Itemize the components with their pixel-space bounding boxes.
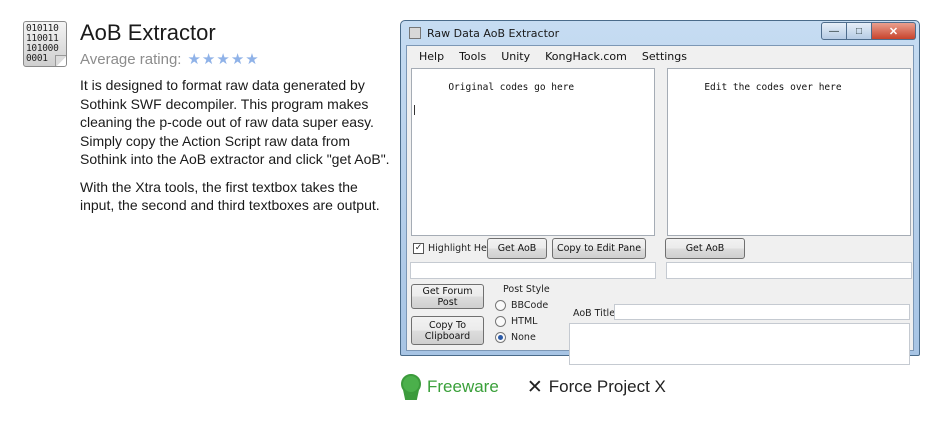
app-description: It is designed to format raw data genera… — [80, 76, 390, 224]
radio-html[interactable]: HTML — [495, 315, 550, 327]
copy-to-clipboard-line2: Clipboard — [424, 330, 471, 342]
radio-icon — [495, 315, 506, 327]
radio-selected-icon — [495, 331, 506, 343]
window-titlebar: Raw Data AoB Extractor — □ ✕ — [405, 21, 916, 45]
left-output-field[interactable] — [410, 262, 656, 279]
menu-settings[interactable]: Settings — [636, 50, 693, 63]
copy-to-edit-pane-button[interactable]: Copy to Edit Pane — [552, 238, 646, 259]
star-icon: ★ — [216, 50, 230, 68]
window-controls: — □ ✕ — [821, 22, 916, 40]
maximize-button[interactable]: □ — [847, 22, 872, 40]
close-button[interactable]: ✕ — [872, 22, 916, 40]
star-icon: ★ — [245, 50, 259, 68]
menu-tools[interactable]: Tools — [453, 50, 492, 63]
highlight-hex-label: Highlight Hex — [428, 243, 493, 254]
star-icon: ★ — [187, 50, 201, 68]
aob-title-input[interactable] — [614, 304, 910, 320]
radio-none-label: None — [511, 331, 536, 343]
aob-title-label: AoB Title — [573, 308, 616, 319]
highlight-hex-checkbox[interactable]: ✓ Highlight Hex — [413, 243, 492, 254]
original-codes-text: Original codes go here — [448, 82, 575, 93]
star-icon: ★ — [230, 50, 245, 68]
window-client-area: Help Tools Unity KongHack.com Settings O… — [406, 45, 914, 365]
author-name[interactable]: Force Project X — [549, 377, 666, 397]
get-forum-post-button[interactable]: Get Forum Post — [411, 284, 484, 309]
menu-unity[interactable]: Unity — [495, 50, 536, 63]
description-paragraph: With the Xtra tools, the first textbox t… — [80, 178, 380, 214]
get-aob-button-left[interactable]: Get AoB — [487, 238, 547, 259]
average-rating: Average rating: ★ ★ ★ ★ ★ — [80, 50, 260, 68]
radio-none[interactable]: None — [495, 331, 550, 343]
window-title: Raw Data AoB Extractor — [427, 26, 560, 40]
author-badge: ✕ Force Project X — [527, 376, 666, 398]
license-label: Freeware — [427, 377, 499, 396]
right-output-field[interactable] — [666, 262, 912, 279]
menu-bar: Help Tools Unity KongHack.com Settings — [407, 46, 913, 66]
tools-icon: ✕ — [526, 376, 543, 398]
radio-html-label: HTML — [511, 315, 538, 327]
edit-codes-textbox[interactable]: Edit the codes over here — [667, 68, 911, 236]
app-screenshot-window: Raw Data AoB Extractor — □ ✕ Help Tools … — [400, 20, 920, 365]
menu-help[interactable]: Help — [413, 50, 450, 63]
copy-to-clipboard-button[interactable]: Copy To Clipboard — [411, 316, 484, 345]
license-badge: Freeware — [400, 374, 499, 400]
app-title: AoB Extractor — [80, 20, 216, 45]
star-icon: ★ — [201, 50, 216, 68]
post-style-label: Post Style — [503, 284, 550, 295]
app-file-icon: 010110 110011 101000 0001 — [23, 21, 67, 67]
edit-codes-text: Edit the codes over here — [704, 82, 842, 93]
app-window-icon — [409, 27, 421, 39]
radio-icon — [495, 299, 506, 311]
rating-label: Average rating: — [80, 50, 182, 68]
post-style-group: Post Style BBCode HTML None — [495, 284, 550, 347]
award-ribbon-icon — [400, 374, 422, 400]
menu-konghack[interactable]: KongHack.com — [539, 50, 633, 63]
description-paragraph: It is designed to format raw data genera… — [80, 77, 390, 167]
copy-to-clipboard-line1: Copy To — [428, 319, 467, 331]
text-caret — [414, 105, 415, 115]
radio-bbcode-label: BBCode — [511, 299, 549, 311]
radio-bbcode[interactable]: BBCode — [495, 299, 550, 311]
forum-post-output[interactable] — [569, 323, 910, 365]
get-aob-button-right[interactable]: Get AoB — [665, 238, 745, 259]
rating-stars: ★ ★ ★ ★ ★ — [187, 50, 259, 68]
page-fold — [55, 55, 66, 66]
checkmark-icon: ✓ — [413, 243, 424, 254]
app-badges: Freeware ✕ Force Project X — [400, 374, 666, 400]
minimize-button[interactable]: — — [821, 22, 847, 40]
original-codes-textbox[interactable]: Original codes go here — [411, 68, 655, 236]
